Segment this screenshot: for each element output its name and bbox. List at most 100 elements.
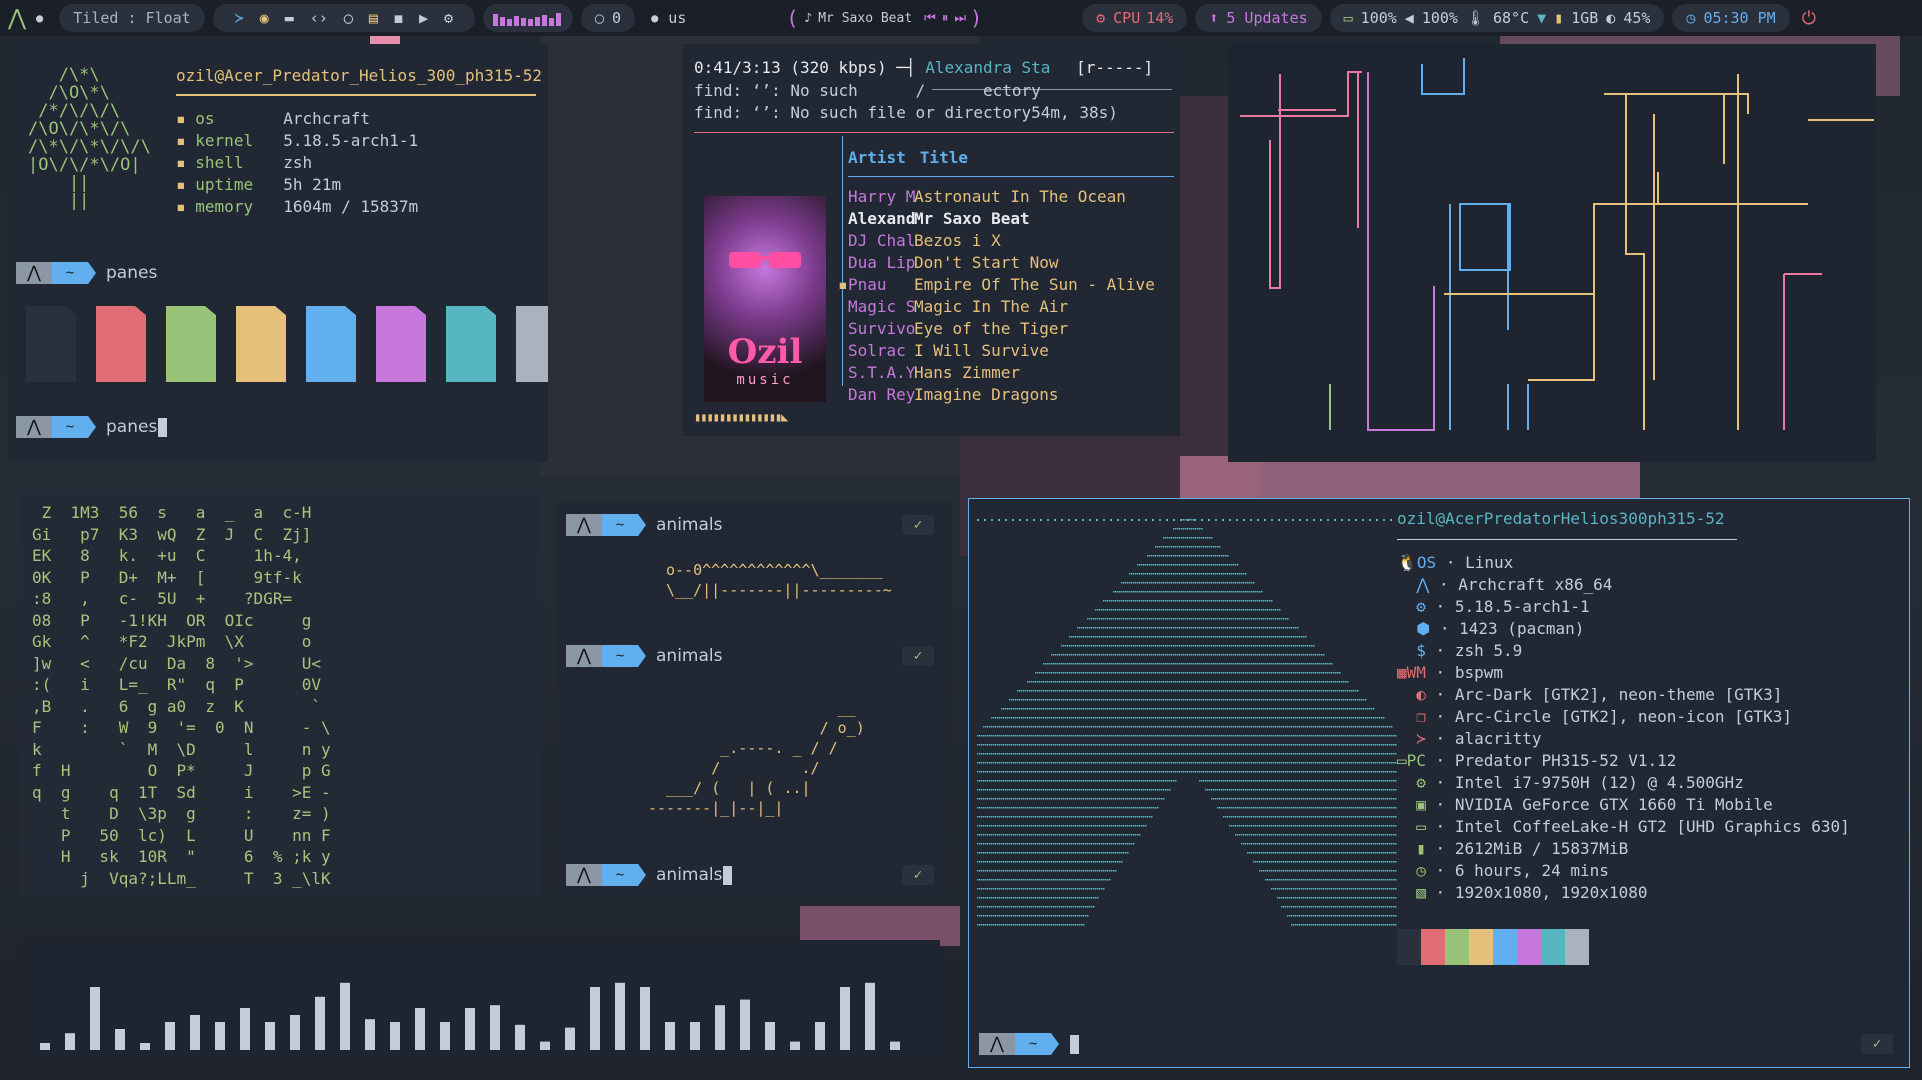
command-input[interactable]: animals xyxy=(656,865,733,885)
terminal-fetch-panes[interactable]: /\*\ /\O\*\ /*/\/\/\ /\O\/\*\/\ /\*\/\*\… xyxy=(8,44,548,462)
bracket-right: ) xyxy=(970,6,983,30)
track-artist: Solrac xyxy=(848,341,906,360)
visualizer-bar xyxy=(40,1043,50,1050)
neofetch-row: ◷ · 6 hours, 24 mins xyxy=(1416,861,1609,880)
cpu-widget[interactable]: ⚙ CPU 14% xyxy=(1082,4,1188,32)
command-input[interactable] xyxy=(1069,1034,1079,1054)
terminal-neofetch[interactable]: ozil@AcerPredatorHelios300ph315-52 🐧OS ·… xyxy=(968,498,1910,1068)
wifi-icon[interactable]: ▼ xyxy=(1537,9,1546,27)
settings-icon[interactable]: ⚙ xyxy=(444,9,453,27)
keyboard-layout[interactable]: us xyxy=(668,9,686,27)
arch-logo-icon[interactable]: ⋀ xyxy=(8,6,26,31)
prev-icon[interactable]: ⏮ xyxy=(924,11,936,26)
github-count: 0 xyxy=(612,9,622,27)
fetch-key: shell xyxy=(195,153,244,172)
status-widget: ▭ 100% ◀ 100% 🌡 68°C ▼ ▮ 1GB ◐ 45% xyxy=(1329,4,1665,32)
github-icon: ◯ xyxy=(595,9,605,27)
fetch-row: ▪ kernel 5.18.5-arch1-1 xyxy=(176,130,418,152)
volume-icon[interactable]: ◀ xyxy=(1405,9,1414,27)
memory-icon: ▮ xyxy=(1554,9,1564,27)
track-row[interactable]: Dua LipDon't Start Now xyxy=(848,252,1155,274)
track-row[interactable]: DJ ChalBezos i X xyxy=(848,230,1155,252)
visualizer-bar xyxy=(465,1008,475,1050)
home-segment: ~ xyxy=(602,864,646,886)
terminal-icon: ≻ xyxy=(1416,729,1426,748)
find-error-2: find: ‘’: No such file or directory54m, … xyxy=(694,103,1118,122)
track-title: Mr Saxo Beat xyxy=(914,209,1030,228)
track-row[interactable]: S.T.A.YHans Zimmer xyxy=(848,362,1155,384)
pipes-screensaver[interactable] xyxy=(1228,44,1876,462)
code-icon[interactable]: ‹› xyxy=(310,9,328,27)
top-bar: ⋀ ● Tiled : Float ≻ ◉ ▬ ‹› ◯ ▤ ◼ ▶ ⚙ ◯ 0 ● us ( ♪… xyxy=(0,0,1922,36)
launcher-bar: ≻ ◉ ▬ ‹› ◯ ▤ ◼ ▶ ⚙ xyxy=(212,4,475,32)
visualizer-bar xyxy=(515,1024,525,1050)
github-widget[interactable]: ◯ 0 xyxy=(581,4,636,32)
sunglasses-icon xyxy=(729,252,801,268)
album-art: Ozil music xyxy=(704,196,826,402)
neofetch-row: ⚙ · Intel i7-9750H (12) @ 4.500GHz xyxy=(1416,773,1744,792)
youtube-icon[interactable]: ▶ xyxy=(419,9,428,27)
neofetch-value: 2612MiB / 15837MiB xyxy=(1454,839,1629,858)
fetch-value: 1604m / 15837m xyxy=(283,197,419,216)
notes-icon[interactable]: ▤ xyxy=(369,9,378,27)
next-icon[interactable]: ⏭ xyxy=(954,11,966,26)
kb-dot-icon: ● xyxy=(651,11,659,25)
gpu-icon: ▣ xyxy=(1416,795,1426,814)
terminal-animals[interactable]: ⋀ ~ animals ✓ o--0^^^^^^^^^^^^\_______ \_… xyxy=(556,502,952,896)
track-row[interactable]: AlexandMr Saxo Beat xyxy=(848,208,1155,230)
pause-icon[interactable]: ⏸ xyxy=(942,11,949,26)
matrix-rain[interactable]: Z 1M3 56 s a _ a c-H Gi p7 K3 wQ Z J C Z… xyxy=(20,490,540,896)
arch-dots xyxy=(977,519,1397,926)
command-input[interactable]: panes xyxy=(106,417,168,437)
folder-icon[interactable]: ▬ xyxy=(285,9,294,27)
track-row[interactable]: Dan ReyImagine Dragons xyxy=(848,384,1155,406)
fetch-row: ▪ memory 1604m / 15837m xyxy=(176,196,418,218)
clock-widget[interactable]: ◷ 05:30 PM xyxy=(1672,4,1790,32)
track-artist: DJ Chal xyxy=(848,231,916,250)
color-swatch xyxy=(1397,929,1421,965)
chat-icon[interactable]: ◼ xyxy=(394,9,403,27)
track-row[interactable]: Harry MAstronaut In The Ocean xyxy=(848,186,1155,208)
track-row[interactable]: Solrac I Will Survive xyxy=(848,340,1155,362)
visualizer-bar xyxy=(815,1022,825,1050)
home-segment: ~ xyxy=(602,514,646,536)
layout-indicator[interactable]: Tiled : Float xyxy=(59,4,205,32)
track-title: Imagine Dragons xyxy=(914,385,1059,404)
visualizer-bar xyxy=(165,1022,175,1050)
media-widget[interactable]: ( ♪ Mr Saxo Beat ⏮ ⏸ ⏭ ) xyxy=(786,6,982,30)
progress-bar[interactable]: ▮▮▮▮▮▮▮▮▮▮▮▮▮▮◣ xyxy=(694,410,788,424)
visualizer-bar xyxy=(565,1027,575,1050)
album-title: Ozil xyxy=(727,332,803,372)
track-artist: Pnau xyxy=(848,275,887,294)
power-icon[interactable]: ⏻ xyxy=(1802,8,1816,29)
visualizer-bar xyxy=(190,1015,200,1050)
prompt-line[interactable]: ⋀ ~ animals xyxy=(566,864,733,886)
github-icon[interactable]: ◯ xyxy=(344,9,353,27)
updates-widget[interactable]: ⬆ 5 Updates xyxy=(1195,4,1322,32)
track-row[interactable]: ▪ Pnau Empire Of The Sun - Alive xyxy=(838,274,1155,296)
prompt-line[interactable]: ⋀ ~ xyxy=(979,1033,1079,1055)
visualizer-bar xyxy=(540,1041,550,1050)
visualizer-bar xyxy=(715,1005,725,1050)
text-cursor xyxy=(1070,1034,1079,1054)
playlist-header: Artist Title xyxy=(848,148,968,167)
music-player[interactable]: 0:41/3:13 (320 kbps) ─┤ Alexandra Sta [r… xyxy=(682,44,1180,436)
cpu-icon: ⚙ xyxy=(1416,773,1426,792)
neofetch-value: 5.18.5-arch1-1 xyxy=(1454,597,1590,616)
fetch-value: 5.18.5-arch1-1 xyxy=(283,131,419,150)
track-title: Magic In The Air xyxy=(914,297,1069,316)
home-segment: ~ xyxy=(52,262,96,284)
firefox-icon[interactable]: ◉ xyxy=(260,9,269,27)
terminal-icon[interactable]: ≻ xyxy=(235,9,244,27)
color-swatch xyxy=(1421,929,1445,965)
neofetch-row: ▧ · 1920x1080, 1920x1080 xyxy=(1416,883,1648,902)
track-row[interactable]: SurvivoEye of the Tiger xyxy=(848,318,1155,340)
track-row[interactable]: Magic SMagic In The Air xyxy=(848,296,1155,318)
visualizer-bar xyxy=(315,996,325,1050)
color-swatch xyxy=(1493,929,1517,965)
audio-visualizer[interactable] xyxy=(20,940,940,1060)
track-artist: S.T.A.Y xyxy=(848,363,916,382)
prompt-line[interactable]: ⋀ ~ panes xyxy=(16,416,168,438)
visualizer-bar xyxy=(265,1022,275,1050)
neofetch-row: ❐ · Arc-Circle [GTK2], neon-icon [GTK3] xyxy=(1416,707,1792,726)
